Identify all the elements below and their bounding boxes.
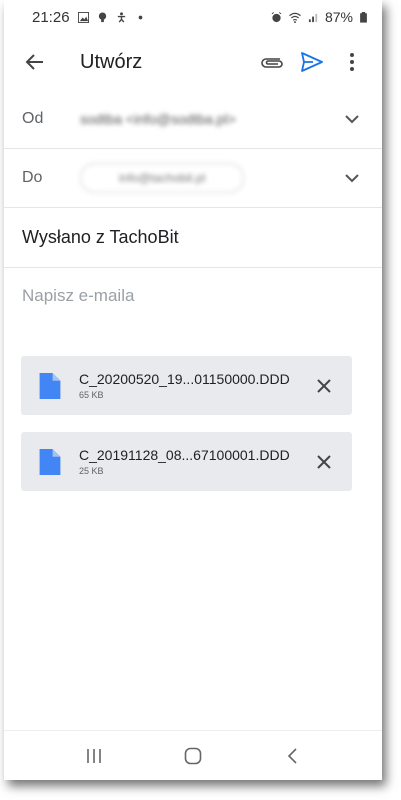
from-row[interactable]: Od sodtba <info@sodtba.pl> [4,90,382,149]
chevron-down-icon [345,173,359,182]
more-options-button[interactable] [332,42,372,82]
from-value: sodtba <info@sodtba.pl> [80,111,236,127]
battery-percent: 87% [324,9,353,25]
system-nav-bar [4,730,382,780]
alarm-icon [271,11,282,22]
attachment-name: C_20200520_19...01150000.DDD [79,371,290,387]
gallery-icon [77,11,89,23]
send-icon [301,52,323,72]
close-icon [317,454,331,469]
accessibility-icon [117,11,125,23]
file-icon [39,372,61,399]
recents-button[interactable] [74,736,114,776]
back-icon [288,747,297,764]
chevron-down-icon [345,114,359,123]
page-title: Utwórz [80,50,143,73]
home-button[interactable] [173,736,213,776]
attachment-item[interactable]: C_20200520_19...01150000.DDD 65 KB [21,356,352,415]
attachment-size: 25 KB [79,466,104,476]
file-icon [39,448,61,475]
to-label: Do [22,169,43,186]
app-bar: Utwórz [4,34,382,90]
status-time: 21:26 [32,8,70,26]
wifi-icon [289,12,301,23]
to-row[interactable]: Do info@tachobit.pl [4,149,382,208]
back-arrow-icon [25,54,43,70]
home-icon [184,747,202,764]
attachments-list: C_20200520_19...01150000.DDD 65 KB C_201… [4,328,382,491]
attachment-item[interactable]: C_20191128_08...67100001.DDD 25 KB [21,432,352,491]
attach-icon [261,58,283,68]
status-bar: 21:26 87% [4,0,382,34]
dot-icon [138,15,142,19]
attachment-name: C_20191128_08...67100001.DDD [79,447,290,463]
phone-screen: 21:26 87% Utwórz Od sodtba <info@sodtba.… [4,0,382,780]
to-expand-button[interactable] [340,166,364,190]
recipient-chip[interactable]: info@tachobit.pl [80,163,245,193]
from-expand-button[interactable] [340,107,364,131]
remove-attachment-button[interactable] [310,372,338,400]
remove-attachment-button[interactable] [310,448,338,476]
close-icon [317,378,331,393]
nav-back-button[interactable] [272,736,312,776]
body-input[interactable]: Napisz e-maila [4,268,382,328]
attachment-size: 65 KB [79,390,104,400]
bulb-icon [98,11,106,22]
signal-icon [308,13,318,22]
battery-icon [360,11,367,23]
send-button[interactable] [292,42,332,82]
subject-field[interactable]: Wysłano z TachoBit [4,208,382,268]
back-button[interactable] [20,47,50,77]
from-label: Od [22,110,44,127]
attach-button[interactable] [252,42,292,82]
recents-icon [86,748,101,763]
more-vert-icon [350,53,354,71]
